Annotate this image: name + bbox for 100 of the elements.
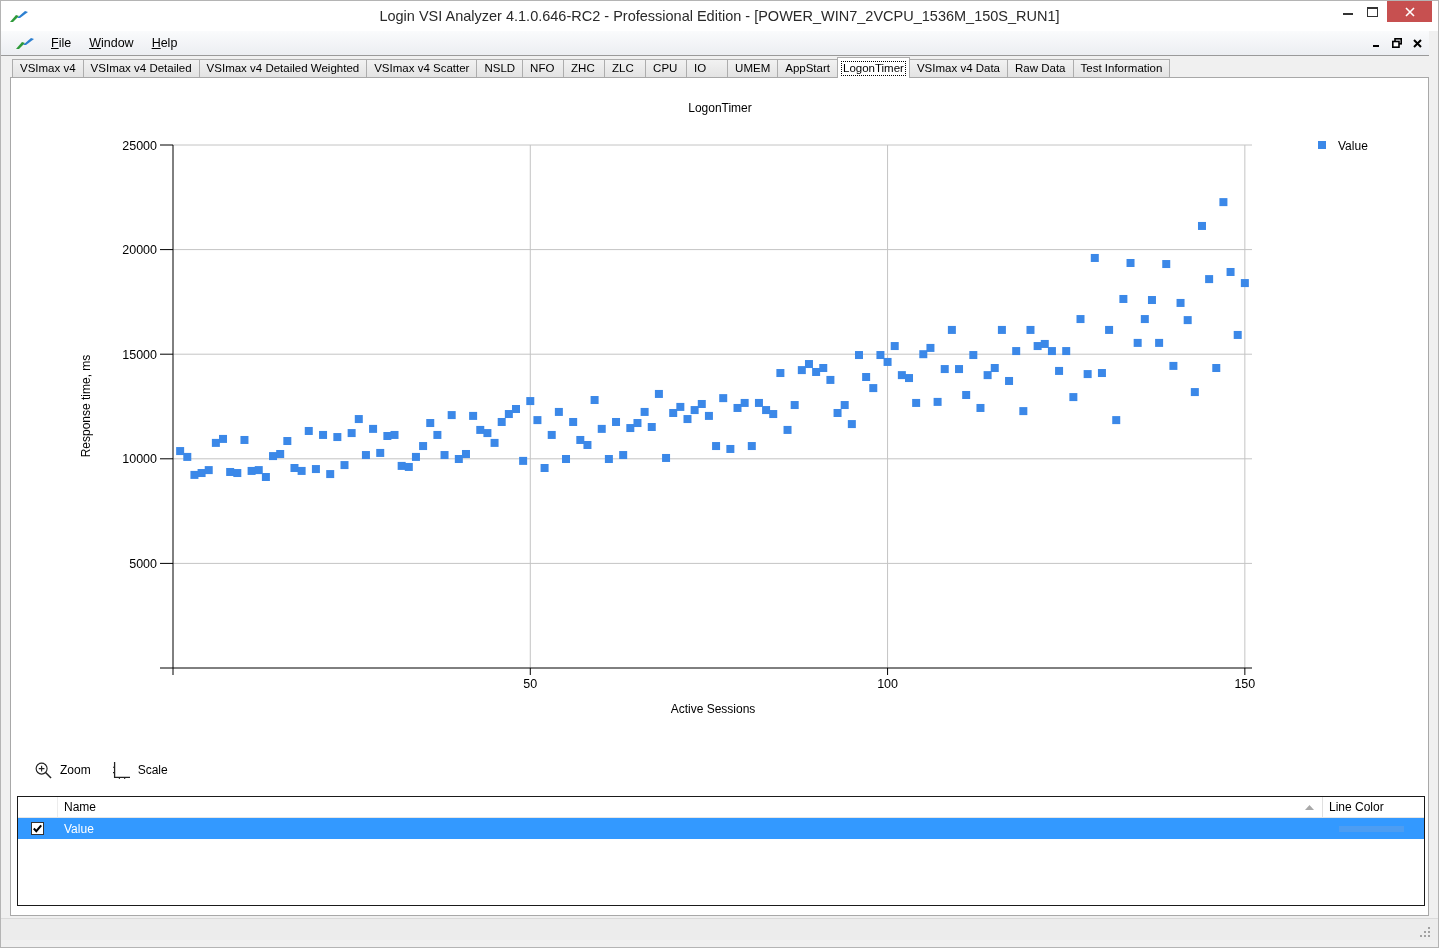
- tab[interactable]: AppStart: [777, 59, 838, 77]
- data-point: [1205, 275, 1214, 284]
- tab[interactable]: CPU: [645, 59, 688, 77]
- data-point: [1112, 416, 1121, 425]
- data-point: [1069, 393, 1078, 402]
- tab[interactable]: UMEM: [727, 59, 779, 77]
- window-title: Login VSI Analyzer 4.1.0.646-RC2 - Professional Edition - [POWER_WIN7_2VCPU_1536M_150S_RUN1]: [378, 8, 1061, 24]
- data-point: [247, 466, 256, 475]
- data-point: [847, 420, 856, 429]
- data-point: [676, 402, 685, 411]
- menu-item[interactable]: Help: [142, 36, 187, 50]
- data-point: [304, 427, 313, 435]
- menu-item[interactable]: Window: [80, 36, 143, 50]
- tab[interactable]: NSLD: [476, 59, 524, 77]
- resize-grip-icon[interactable]: [1420, 927, 1430, 937]
- tab[interactable]: ZLC: [604, 59, 647, 77]
- data-point: [576, 435, 585, 444]
- data-point: [1055, 366, 1064, 375]
- column-header[interactable]: Name: [58, 797, 1305, 817]
- tab[interactable]: IO: [686, 59, 729, 77]
- data-point: [726, 444, 735, 453]
- restore-icon: [1391, 38, 1402, 48]
- data-point: [554, 407, 563, 416]
- data-point: [1126, 259, 1135, 267]
- data-point: [1190, 388, 1199, 397]
- data-point: [447, 411, 456, 420]
- data-point: [547, 430, 556, 439]
- legend-label: Value: [1338, 139, 1368, 153]
- data-point: [376, 448, 385, 457]
- scale-button[interactable]: Scale: [112, 761, 168, 779]
- data-point: [983, 371, 992, 380]
- data-point: [733, 403, 742, 412]
- tab[interactable]: VSImax v4: [12, 59, 84, 77]
- tab[interactable]: VSImax v4 Detailed: [82, 59, 200, 77]
- data-point: [1212, 364, 1221, 372]
- data-point: [1019, 407, 1028, 416]
- axis-tick-label: 100: [877, 677, 898, 691]
- data-point: [469, 411, 478, 420]
- data-point: [1226, 268, 1235, 276]
- data-point: [769, 410, 778, 419]
- data-point: [397, 461, 406, 470]
- tab[interactable]: NFO: [522, 59, 565, 77]
- data-point: [654, 389, 663, 398]
- data-point: [919, 350, 928, 359]
- axis-tick-label: 5000: [129, 556, 157, 571]
- data-point: [662, 453, 671, 462]
- data-point: [1162, 260, 1171, 269]
- data-point: [1076, 315, 1085, 324]
- data-point: [612, 418, 621, 426]
- data-point: [176, 447, 185, 456]
- data-point: [361, 451, 370, 460]
- data-point: [1133, 338, 1142, 347]
- data-point: [933, 397, 942, 406]
- tab[interactable]: Test Information: [1072, 59, 1171, 77]
- menu-item[interactable]: File: [42, 36, 81, 50]
- data-point: [1169, 361, 1178, 370]
- data-point: [633, 419, 642, 428]
- data-point: [269, 452, 278, 461]
- data-point: [947, 325, 956, 334]
- tab[interactable]: VSImax v4 Detailed Weighted: [198, 59, 368, 77]
- tab[interactable]: VSImax v4 Data: [908, 59, 1008, 77]
- zoom-in-icon: [35, 761, 52, 779]
- data-point: [440, 451, 449, 460]
- data-point: [619, 451, 628, 460]
- data-point: [1140, 315, 1149, 324]
- tab[interactable]: ZHC: [563, 59, 606, 77]
- data-point: [926, 343, 935, 352]
- data-point: [640, 407, 649, 416]
- data-point: [940, 365, 949, 374]
- column-header[interactable]: Line Color: [1322, 797, 1424, 817]
- data-point: [319, 430, 328, 439]
- data-point: [311, 465, 320, 474]
- tab[interactable]: LogonTimer: [837, 57, 910, 78]
- data-point: [1040, 339, 1049, 348]
- data-point: [754, 398, 763, 407]
- axis-tick-label: 50: [523, 677, 538, 691]
- data-point: [869, 384, 878, 393]
- zoom-button[interactable]: Zoom: [35, 761, 91, 779]
- data-point: [704, 411, 713, 420]
- data-point: [776, 369, 785, 378]
- data-point: [433, 430, 442, 439]
- data-point: [540, 464, 549, 472]
- data-point: [976, 403, 985, 412]
- data-point: [826, 375, 835, 384]
- tab[interactable]: VSImax v4 Scatter: [366, 59, 478, 77]
- data-point: [855, 351, 863, 360]
- data-point: [762, 406, 771, 415]
- data-point: [647, 423, 656, 431]
- data-point: [354, 415, 363, 424]
- data-point: [797, 366, 806, 375]
- app-logo-icon: [10, 10, 28, 22]
- checkbox[interactable]: [30, 822, 44, 835]
- data-point: [719, 394, 728, 403]
- data-point: [519, 456, 528, 465]
- data-point: [1026, 325, 1035, 334]
- data-point: [297, 466, 306, 475]
- axis-tick-label: 25000: [122, 138, 157, 153]
- tab[interactable]: Raw Data: [1007, 59, 1074, 77]
- data-point: [790, 401, 799, 410]
- data-point: [1198, 221, 1206, 230]
